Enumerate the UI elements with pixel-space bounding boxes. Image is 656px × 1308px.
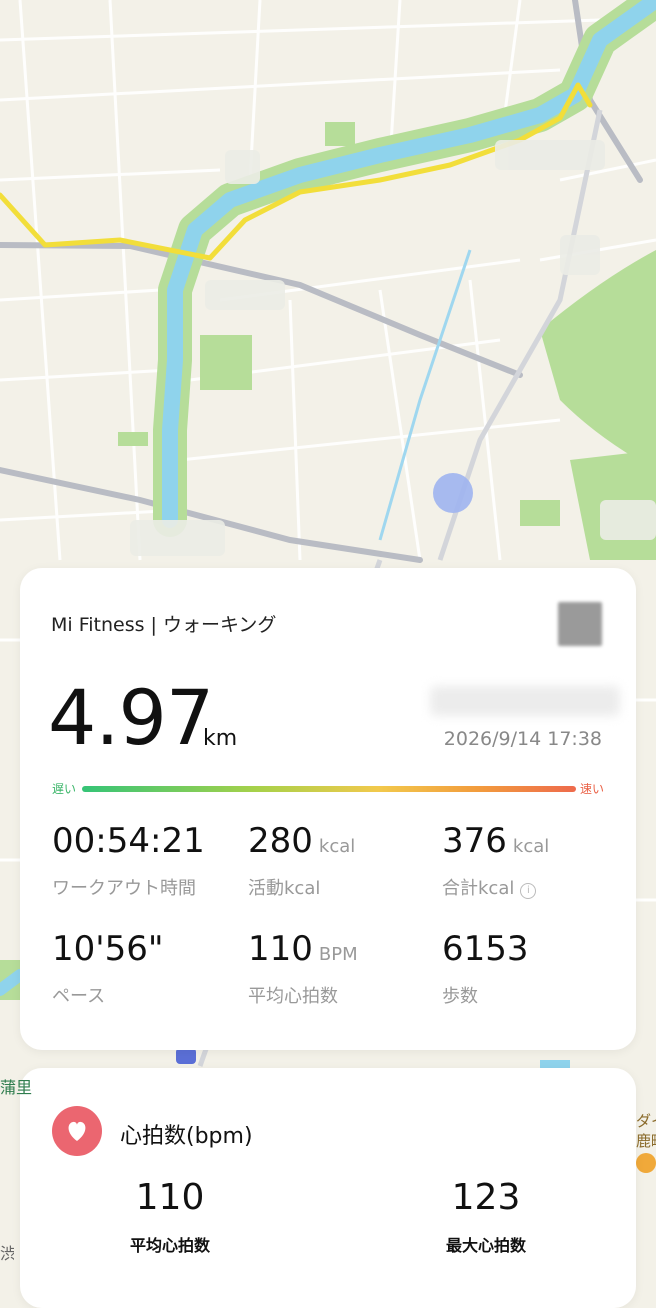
- metric-value: 110: [248, 929, 313, 969]
- metric-value: 6153: [442, 929, 529, 969]
- metric-unit: kcal: [512, 836, 550, 857]
- metric-label: 合計kcal: [442, 878, 515, 899]
- metric-label: 活動kcal: [248, 878, 321, 899]
- metric-workout-time: 00:54:21 ワークアウト時間: [52, 824, 205, 900]
- map-label-right-2: 鹿町: [636, 1132, 656, 1150]
- map-label-left: 蒲里: [0, 1078, 33, 1097]
- pace-gradient-bar: [82, 786, 576, 792]
- metric-value: 376: [442, 821, 507, 861]
- workout-datetime: 2026/9/14 17:38: [443, 728, 602, 750]
- metric-pace: 10'56" ペース: [52, 932, 164, 1008]
- pace-fast-label: 速い: [579, 782, 604, 796]
- distance-unit: km: [203, 726, 238, 751]
- pace-slow-label: 遅い: [52, 782, 77, 796]
- avatar-thumbnail: [558, 602, 602, 646]
- heart-icon: [52, 1106, 102, 1156]
- hr-max-label: 最大心拍数: [445, 1236, 526, 1255]
- distance-value: 4.97: [48, 673, 214, 762]
- metric-unit: kcal: [318, 836, 356, 857]
- metric-total-kcal: 376 kcal 合計kcal i: [442, 824, 549, 900]
- metric-avg-heart-rate: 110 BPM 平均心拍数: [248, 932, 358, 1008]
- workout-summary-card: Mi Fitness | ウォーキング 4.97 km 2026/9/14 17…: [20, 568, 636, 1050]
- metric-label: ワークアウト時間: [52, 878, 196, 899]
- hr-max-value: 123: [451, 1177, 521, 1218]
- map-label-right-1: ダイ: [636, 1112, 656, 1130]
- metric-label: ペース: [52, 986, 106, 1007]
- hr-average: 110 平均心拍数: [100, 1180, 240, 1256]
- hr-average-label: 平均心拍数: [129, 1236, 210, 1255]
- metric-value: 280: [248, 821, 313, 861]
- heart-rate-title: 心拍数(bpm): [120, 1124, 253, 1149]
- app-activity-title: Mi Fitness | ウォーキング: [51, 614, 277, 636]
- map-label-left-bottom: 渋: [0, 1244, 14, 1263]
- metric-steps: 6153 歩数: [442, 932, 529, 1008]
- blurred-info-bar: [430, 686, 620, 716]
- hr-max: 123 最大心拍数: [416, 1180, 556, 1256]
- heart-rate-card[interactable]: 心拍数(bpm) 110 平均心拍数 123 最大心拍数: [20, 1068, 636, 1308]
- metric-value: 10'56": [52, 929, 164, 969]
- metric-active-kcal: 280 kcal 活動kcal: [248, 824, 355, 900]
- hr-average-value: 110: [135, 1177, 205, 1218]
- metric-label: 平均心拍数: [248, 986, 338, 1007]
- metric-unit: BPM: [318, 944, 358, 965]
- metric-label: 歩数: [442, 986, 478, 1007]
- metric-value: 00:54:21: [52, 821, 205, 861]
- info-icon[interactable]: i: [520, 883, 537, 899]
